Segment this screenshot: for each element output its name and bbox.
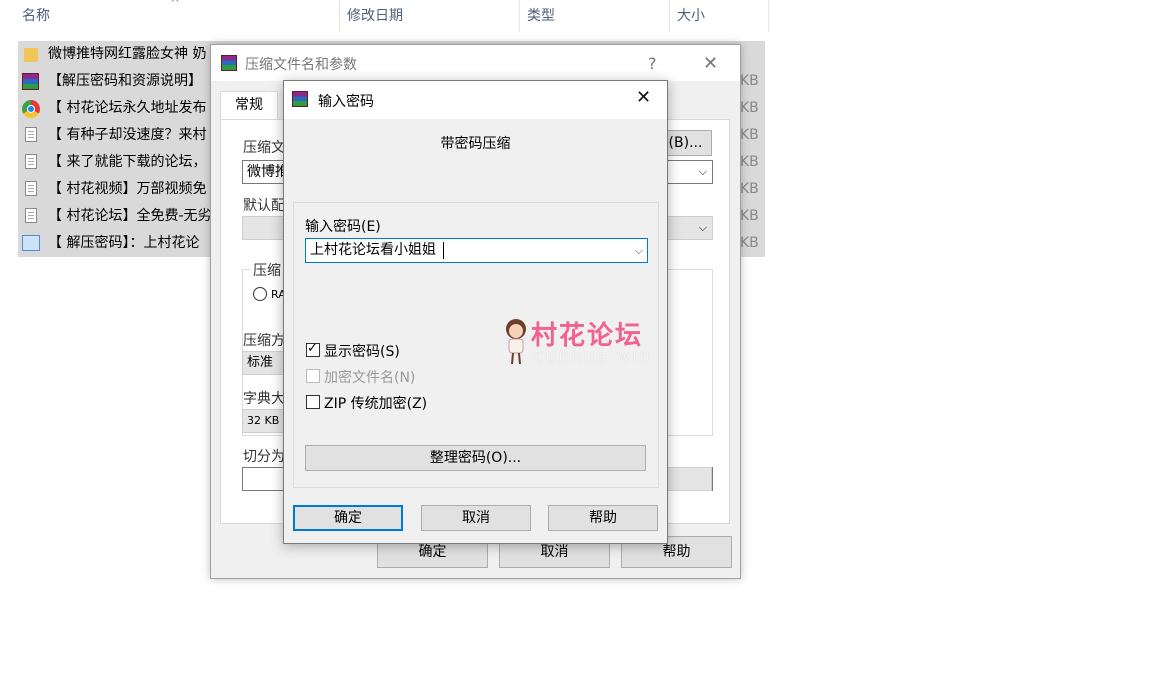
password-value: 上村花论坛看小姐姐	[310, 242, 436, 258]
file-size: KB	[740, 154, 759, 170]
text-file-icon	[25, 181, 37, 196]
file-size: KB	[740, 208, 759, 224]
encrypt-names-label: 加密文件名(N)	[324, 370, 416, 386]
help-icon[interactable]: ?	[648, 54, 657, 73]
column-divider[interactable]	[669, 0, 670, 32]
zip-legacy-label: ZIP 传统加密(Z)	[324, 396, 428, 412]
show-password-checkbox[interactable]	[306, 341, 320, 357]
text-caret	[443, 242, 444, 259]
archive-name-label: 压缩文	[243, 140, 285, 156]
close-icon[interactable]: ✕	[636, 87, 651, 108]
file-name: 【解压密码和资源说明】	[48, 73, 202, 89]
file-name: 【 有种子却没速度？来村	[48, 127, 207, 143]
encrypt-names-checkbox[interactable]	[306, 369, 320, 383]
file-size: KB	[740, 100, 759, 116]
file-name: 微博推特网红露脸女神 奶	[48, 46, 207, 62]
file-size: KB	[740, 181, 759, 197]
file-name: 【 村花论坛】全免费-无劣	[48, 208, 212, 224]
column-divider[interactable]	[768, 0, 769, 32]
split-unit-combo[interactable]	[666, 467, 712, 491]
watermark-url: cunhua.win	[534, 347, 652, 367]
sort-arrow-icon: ^	[170, 0, 181, 10]
file-name: 【 来了就能下载的论坛，	[48, 154, 207, 170]
format-group-label: 压缩	[251, 260, 283, 280]
url-file-icon	[22, 235, 40, 251]
password-label: 输入密码(E)	[305, 219, 381, 235]
organize-passwords-button[interactable]: 整理密码(O)...	[305, 445, 646, 471]
chevron-down-icon: ⌵	[698, 165, 707, 178]
chrome-icon	[22, 100, 40, 118]
dict-label: 字典大	[243, 391, 285, 407]
column-header-name[interactable]: 名称	[22, 0, 50, 32]
dialog-heading: 带密码压缩	[440, 136, 511, 152]
split-label: 切分为	[243, 449, 285, 465]
rar-radio[interactable]	[253, 287, 267, 301]
password-input[interactable]: 上村花论坛看小姐姐 ⌵	[305, 238, 648, 263]
file-name: 【 村花论坛永久地址发布	[48, 100, 207, 116]
cancel-button[interactable]: 取消	[421, 505, 531, 531]
column-divider[interactable]	[339, 0, 340, 32]
file-name: 【 解压密码】：上村花论	[48, 235, 200, 251]
winrar-app-icon	[292, 91, 308, 107]
file-size: KB	[740, 73, 759, 89]
default-profile-label: 默认配	[243, 198, 285, 214]
text-file-icon	[25, 127, 37, 142]
ok-button[interactable]: 确定	[293, 505, 403, 531]
column-header-size[interactable]: 大小	[677, 0, 705, 32]
zip-legacy-checkbox[interactable]	[306, 395, 320, 409]
column-divider[interactable]	[519, 0, 520, 32]
file-size: KB	[740, 127, 759, 143]
rar-icon	[22, 73, 39, 90]
dialog-title: 输入密码	[318, 94, 374, 110]
winrar-app-icon	[221, 55, 237, 71]
watermark-girl-icon	[506, 319, 526, 365]
chevron-down-icon[interactable]: ⌵	[635, 239, 643, 262]
tab-general[interactable]: 常规	[220, 91, 278, 119]
column-header-type[interactable]: 类型	[527, 0, 555, 32]
help-button[interactable]: 帮助	[548, 505, 658, 531]
show-password-label: 显示密码(S)	[324, 344, 400, 360]
chevron-down-icon: ⌵	[698, 221, 707, 234]
method-label: 压缩方	[243, 333, 285, 349]
password-dialog: 输入密码 ✕ 带密码压缩 输入密码(E) 上村花论坛看小姐姐 ⌵ 村花论坛 cu…	[283, 80, 668, 544]
close-icon[interactable]: ✕	[703, 53, 718, 74]
file-name: 【 村花视频】万部视频免	[48, 181, 207, 197]
text-file-icon	[25, 208, 37, 223]
column-header-modified[interactable]: 修改日期	[347, 0, 403, 32]
file-size: KB	[740, 235, 759, 251]
folder-icon	[24, 48, 38, 62]
dialog-title: 压缩文件名和参数	[245, 57, 357, 73]
text-file-icon	[25, 154, 37, 169]
